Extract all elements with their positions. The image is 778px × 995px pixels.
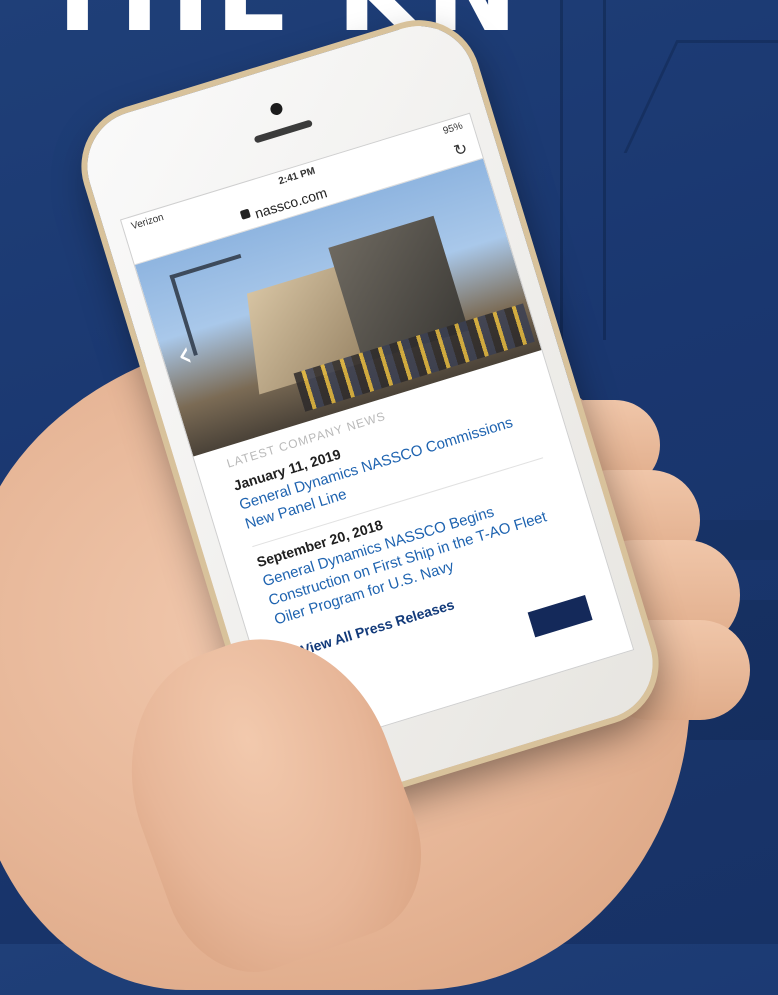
banner-text: THE KN xyxy=(40,0,760,32)
battery-level: 95% xyxy=(441,120,465,137)
crane-silhouette xyxy=(560,0,606,340)
crane-arm xyxy=(623,40,778,153)
lock-icon xyxy=(239,208,251,220)
navy-button-block[interactable] xyxy=(527,594,593,638)
reload-icon[interactable]: ↻ xyxy=(451,138,470,161)
